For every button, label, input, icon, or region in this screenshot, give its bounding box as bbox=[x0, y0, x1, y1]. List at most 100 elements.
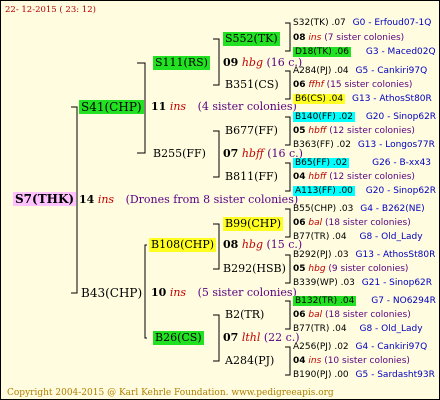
leaf-row-8: A113(FF) .00 G20 - Sinop62R bbox=[293, 184, 436, 198]
leaf-name: B77(TR) bbox=[293, 232, 330, 242]
header-date: 22- 12-2015 ( 23: 12) bbox=[5, 5, 96, 15]
leaf-value: .07 bbox=[331, 18, 346, 28]
leaf-name: D18(TK) bbox=[295, 47, 332, 57]
leaf-code: G13 - Longos77R bbox=[357, 140, 435, 150]
leaf-row-1: S32(TK) .07 G0 - Erfoud07-1Q bbox=[293, 16, 431, 30]
leaf-number: 06 bbox=[293, 218, 306, 228]
b108-info: 08 hbg (15 c.) bbox=[223, 238, 302, 252]
node-a284: A284(PJ) bbox=[225, 354, 275, 367]
leaf-row-4: B6(CS) .04 G13 - AthosSt80R bbox=[293, 92, 432, 106]
leaf-row-12: B339(WP) .03 G21 - Sinop62R bbox=[293, 276, 432, 290]
leaf-row-6: B363(FF) .02 G13 - Longos77R bbox=[293, 138, 435, 152]
gen1-info: 14 ins (Drones from 8 sister colonies) bbox=[79, 193, 298, 207]
leaf-name: B65(FF) bbox=[295, 158, 331, 168]
lower-parent-node: B43(CHP) bbox=[81, 286, 143, 300]
leaf-code: G20 - Sinop62R bbox=[365, 186, 437, 196]
leaf-code: G13 - AthosSt80R bbox=[352, 94, 432, 104]
leaf-row-16: B190(PJ) .00 G5 - Sardasht93R bbox=[293, 368, 435, 382]
node-b108: B108(CHP) bbox=[149, 238, 217, 252]
leaf-name: A113(FF) bbox=[295, 186, 336, 196]
leaf-ins: ins bbox=[308, 356, 322, 366]
leaf-ins: ffhf bbox=[308, 80, 324, 90]
pedigree-chart: 22- 12-2015 ( 23: 12) Copyright 2004-201… bbox=[0, 0, 440, 400]
leaf-note: (15 sister colonies) bbox=[326, 80, 413, 90]
leaf-value: .02 bbox=[338, 112, 353, 122]
upper-number: 11 bbox=[151, 100, 167, 113]
upper-parent-info: 11 ins (4 sister colonies) bbox=[151, 100, 297, 114]
node-b351: B351(CS) bbox=[225, 78, 279, 91]
leaf-number: 05 bbox=[293, 126, 306, 136]
b255-number: 07 bbox=[223, 147, 239, 160]
leaf-name: B140(FF) bbox=[295, 112, 336, 122]
leaf-row-9: B55(CHP) .03 G4 - B262(NE) bbox=[293, 202, 425, 216]
leaf-ins: hbg bbox=[308, 264, 326, 274]
leaf-name: A256(PJ) bbox=[293, 342, 332, 352]
leaf-value: .04 bbox=[332, 324, 347, 334]
leaf-name-highlight: B65(FF) .02 bbox=[293, 158, 350, 168]
leaf-row-7: B65(FF) .02 G26 - B-xx43 bbox=[293, 156, 431, 170]
leaf-row-11: B292(PJ) .03 G13 - AthosSt80R bbox=[293, 248, 435, 262]
gen1-number: 14 bbox=[79, 193, 95, 206]
leaf-name-highlight: B132(TR) .04 bbox=[293, 296, 357, 306]
leaf-number: 08 bbox=[293, 33, 306, 43]
leaf-code: G3 - Maced02Q bbox=[365, 47, 436, 57]
leaf-value: .00 bbox=[334, 370, 349, 380]
leaf-ins: hbff bbox=[308, 172, 327, 182]
node-s552: S552(TK) bbox=[223, 32, 280, 46]
leaf-ins-row-2: 06 ffhf (15 sister colonies) bbox=[293, 78, 412, 92]
lower-number: 10 bbox=[151, 286, 167, 299]
lower-note: (5 sister colonies) bbox=[197, 286, 297, 299]
node-b2: B2(TR) bbox=[225, 308, 265, 321]
leaf-note: (18 sister colonies) bbox=[325, 310, 411, 320]
leaf-note: (10 sister colonies) bbox=[324, 356, 410, 366]
leaf-ins-row-4: 04 hbff (12 sister colonies) bbox=[293, 170, 415, 184]
leaf-note: (18 sister colonies) bbox=[325, 218, 411, 228]
leaf-code: G7 - NO6294R bbox=[371, 296, 436, 306]
leaf-row-10: B77(TR) .04 G8 - Old_Lady bbox=[293, 230, 423, 244]
leaf-value: .03 bbox=[340, 278, 355, 288]
leaf-number: 05 bbox=[293, 264, 306, 274]
leaf-name: S32(TK) bbox=[293, 18, 329, 28]
leaf-name: B292(PJ) bbox=[293, 250, 332, 260]
leaf-note: (12 sister colonies) bbox=[329, 172, 415, 182]
leaf-value: .04 bbox=[332, 232, 347, 242]
leaf-name: B363(FF) bbox=[293, 140, 334, 150]
leaf-code: G8 - Old_Lady bbox=[359, 232, 423, 242]
leaf-value: .04 bbox=[340, 296, 355, 306]
leaf-value: .04 bbox=[334, 66, 349, 76]
leaf-name-highlight: B6(CS) .04 bbox=[293, 94, 346, 104]
leaf-ins-row-3: 05 hbff (12 sister colonies) bbox=[293, 124, 415, 138]
leaf-code: G13 - AthosSt80R bbox=[355, 250, 436, 260]
leaf-code: G26 - B-xx43 bbox=[372, 158, 432, 168]
leaf-row-3: A284(PJ) .04 G5 - Cankiri97Q bbox=[293, 64, 427, 78]
leaf-code: G4 - Cankiri97Q bbox=[355, 342, 428, 352]
footer-copyright: Copyright 2004-2015 @ Karl Kehrle Founda… bbox=[7, 388, 334, 398]
leaf-ins-row-8: 04 ins (10 sister colonies) bbox=[293, 354, 410, 368]
leaf-value: .02 bbox=[332, 158, 348, 168]
leaf-value: .03 bbox=[334, 250, 349, 260]
b255-ins: hbff bbox=[241, 147, 264, 160]
leaf-code: G0 - Erfoud07-1Q bbox=[352, 18, 432, 28]
leaf-name: B190(PJ) bbox=[293, 370, 332, 380]
leaf-row-15: A256(PJ) .02 G4 - Cankiri97Q bbox=[293, 340, 427, 354]
upper-ins: ins bbox=[169, 100, 187, 113]
leaf-name: B6(CS) bbox=[295, 94, 326, 104]
gen1-ins: ins bbox=[97, 193, 115, 206]
node-b99: B99(CHP) bbox=[223, 217, 284, 231]
leaf-name-highlight: B140(FF) .02 bbox=[293, 112, 355, 122]
node-b811: B811(FF) bbox=[225, 170, 278, 183]
leaf-number: 06 bbox=[293, 310, 306, 320]
leaf-row-2: D18(TK) .06 G3 - Maced02Q bbox=[293, 45, 436, 59]
leaf-code: G20 - Sinop62R bbox=[365, 112, 437, 122]
leaf-ins-row-7: 06 bal (18 sister colonies) bbox=[293, 308, 411, 322]
upper-note: (4 sister colonies) bbox=[197, 100, 297, 113]
gen1-note: (Drones from 8 sister colonies) bbox=[125, 193, 299, 206]
leaf-name: B132(TR) bbox=[295, 296, 338, 306]
leaf-value: .02 bbox=[334, 342, 349, 352]
leaf-row-5: B140(FF) .02 G20 - Sinop62R bbox=[293, 110, 436, 124]
leaf-note: (9 sister colonies) bbox=[328, 264, 409, 274]
leaf-code: G5 - Sardasht93R bbox=[355, 370, 435, 380]
leaf-ins-row-6: 05 hbg (9 sister colonies) bbox=[293, 262, 408, 276]
root-node: S7(THK) bbox=[13, 192, 77, 206]
leaf-note: (12 sister colonies) bbox=[329, 126, 415, 136]
